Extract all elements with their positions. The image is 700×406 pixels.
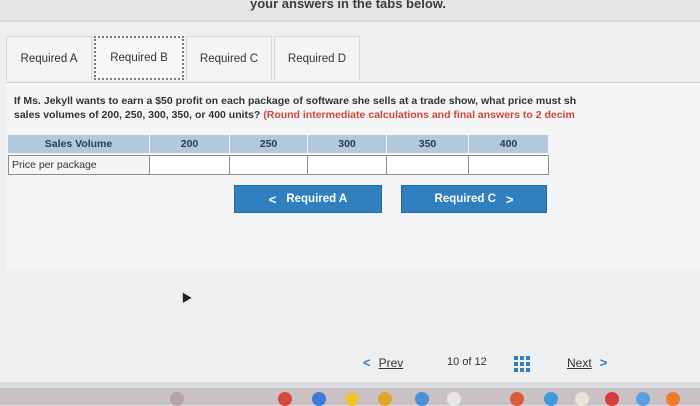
row-label-price-per-package: Price per package <box>8 155 150 175</box>
header-volume-250: 250 <box>230 135 308 153</box>
rounding-note: (Round intermediate calculations and fin… <box>263 109 575 121</box>
taskbar-app-icon[interactable] <box>636 392 650 406</box>
tab-label: Required D <box>287 52 347 65</box>
taskbar-app-icon[interactable] <box>666 392 680 406</box>
question-line-2: sales volumes of 200, 250, 300, 350, or … <box>14 108 700 122</box>
question-line-1: If Ms. Jekyll wants to earn a $50 profit… <box>14 95 577 107</box>
prev-required-label: Required A <box>286 193 348 205</box>
table-header-row: Sales Volume 200 250 300 350 400 <box>8 135 549 153</box>
taskbar-app-icon[interactable] <box>510 392 524 406</box>
question-grid-icon[interactable] <box>514 356 530 372</box>
prev-label: Prev <box>378 355 404 370</box>
taskbar-app-icon[interactable] <box>378 392 392 406</box>
header-volume-400: 400 <box>469 135 549 153</box>
next-required-button[interactable]: Required C > <box>401 185 547 213</box>
question-line-2-main: sales volumes of 200, 250, 300, 350, or … <box>14 109 261 121</box>
header-volume-200: 200 <box>150 135 230 153</box>
page-indicator: 10 of 12 <box>447 356 487 368</box>
taskbar-app-icon[interactable] <box>575 392 589 406</box>
prev-question-link[interactable]: < Prev <box>363 355 403 370</box>
price-input-350[interactable] <box>387 155 469 175</box>
taskbar-app-icon[interactable] <box>415 392 429 406</box>
instruction-banner: your answers in the tabs below. <box>0 0 700 20</box>
header-volume-300: 300 <box>308 135 387 153</box>
question-text: If Ms. Jekyll wants to earn a $50 profit… <box>14 94 700 122</box>
header-volume-350: 350 <box>387 135 469 153</box>
tab-required-c[interactable]: Required C <box>186 36 272 80</box>
tab-required-b[interactable]: Required B <box>94 36 184 80</box>
taskbar-app-icon[interactable] <box>447 392 461 406</box>
tab-label: Required B <box>110 52 168 64</box>
chevron-right-icon: > <box>599 355 608 370</box>
taskbar-app-icon[interactable] <box>605 392 619 406</box>
question-pagination: < Prev 10 of 12 Next > <box>0 355 700 375</box>
tab-required-a[interactable]: Required A <box>6 36 92 80</box>
price-input-250[interactable] <box>230 155 308 175</box>
instruction-text: your answers in the tabs below. <box>250 0 447 11</box>
taskbar-app-icon[interactable] <box>312 392 326 406</box>
taskbar-app-icon[interactable] <box>544 392 558 406</box>
next-required-label: Required C <box>434 193 496 205</box>
chevron-left-icon: < <box>363 355 371 370</box>
taskbar-app-icon[interactable] <box>345 392 359 406</box>
prev-required-button[interactable]: < Required A <box>234 185 382 213</box>
tab-label: Required A <box>20 52 78 65</box>
tab-required-d[interactable]: Required D <box>274 36 360 80</box>
tab-label: Required C <box>199 52 259 65</box>
price-input-400[interactable] <box>469 155 549 175</box>
price-input-200[interactable] <box>150 155 230 175</box>
price-input-300[interactable] <box>308 155 387 175</box>
taskbar-app-icon[interactable] <box>278 392 292 406</box>
header-sales-volume: Sales Volume <box>8 135 150 153</box>
chevron-left-icon: < <box>268 191 277 207</box>
chevron-right-icon: > <box>505 191 514 207</box>
taskbar-app-icon[interactable] <box>170 392 184 406</box>
next-question-link[interactable]: Next > <box>567 355 607 370</box>
next-label: Next <box>567 355 592 370</box>
table-row: Price per package <box>8 155 549 175</box>
